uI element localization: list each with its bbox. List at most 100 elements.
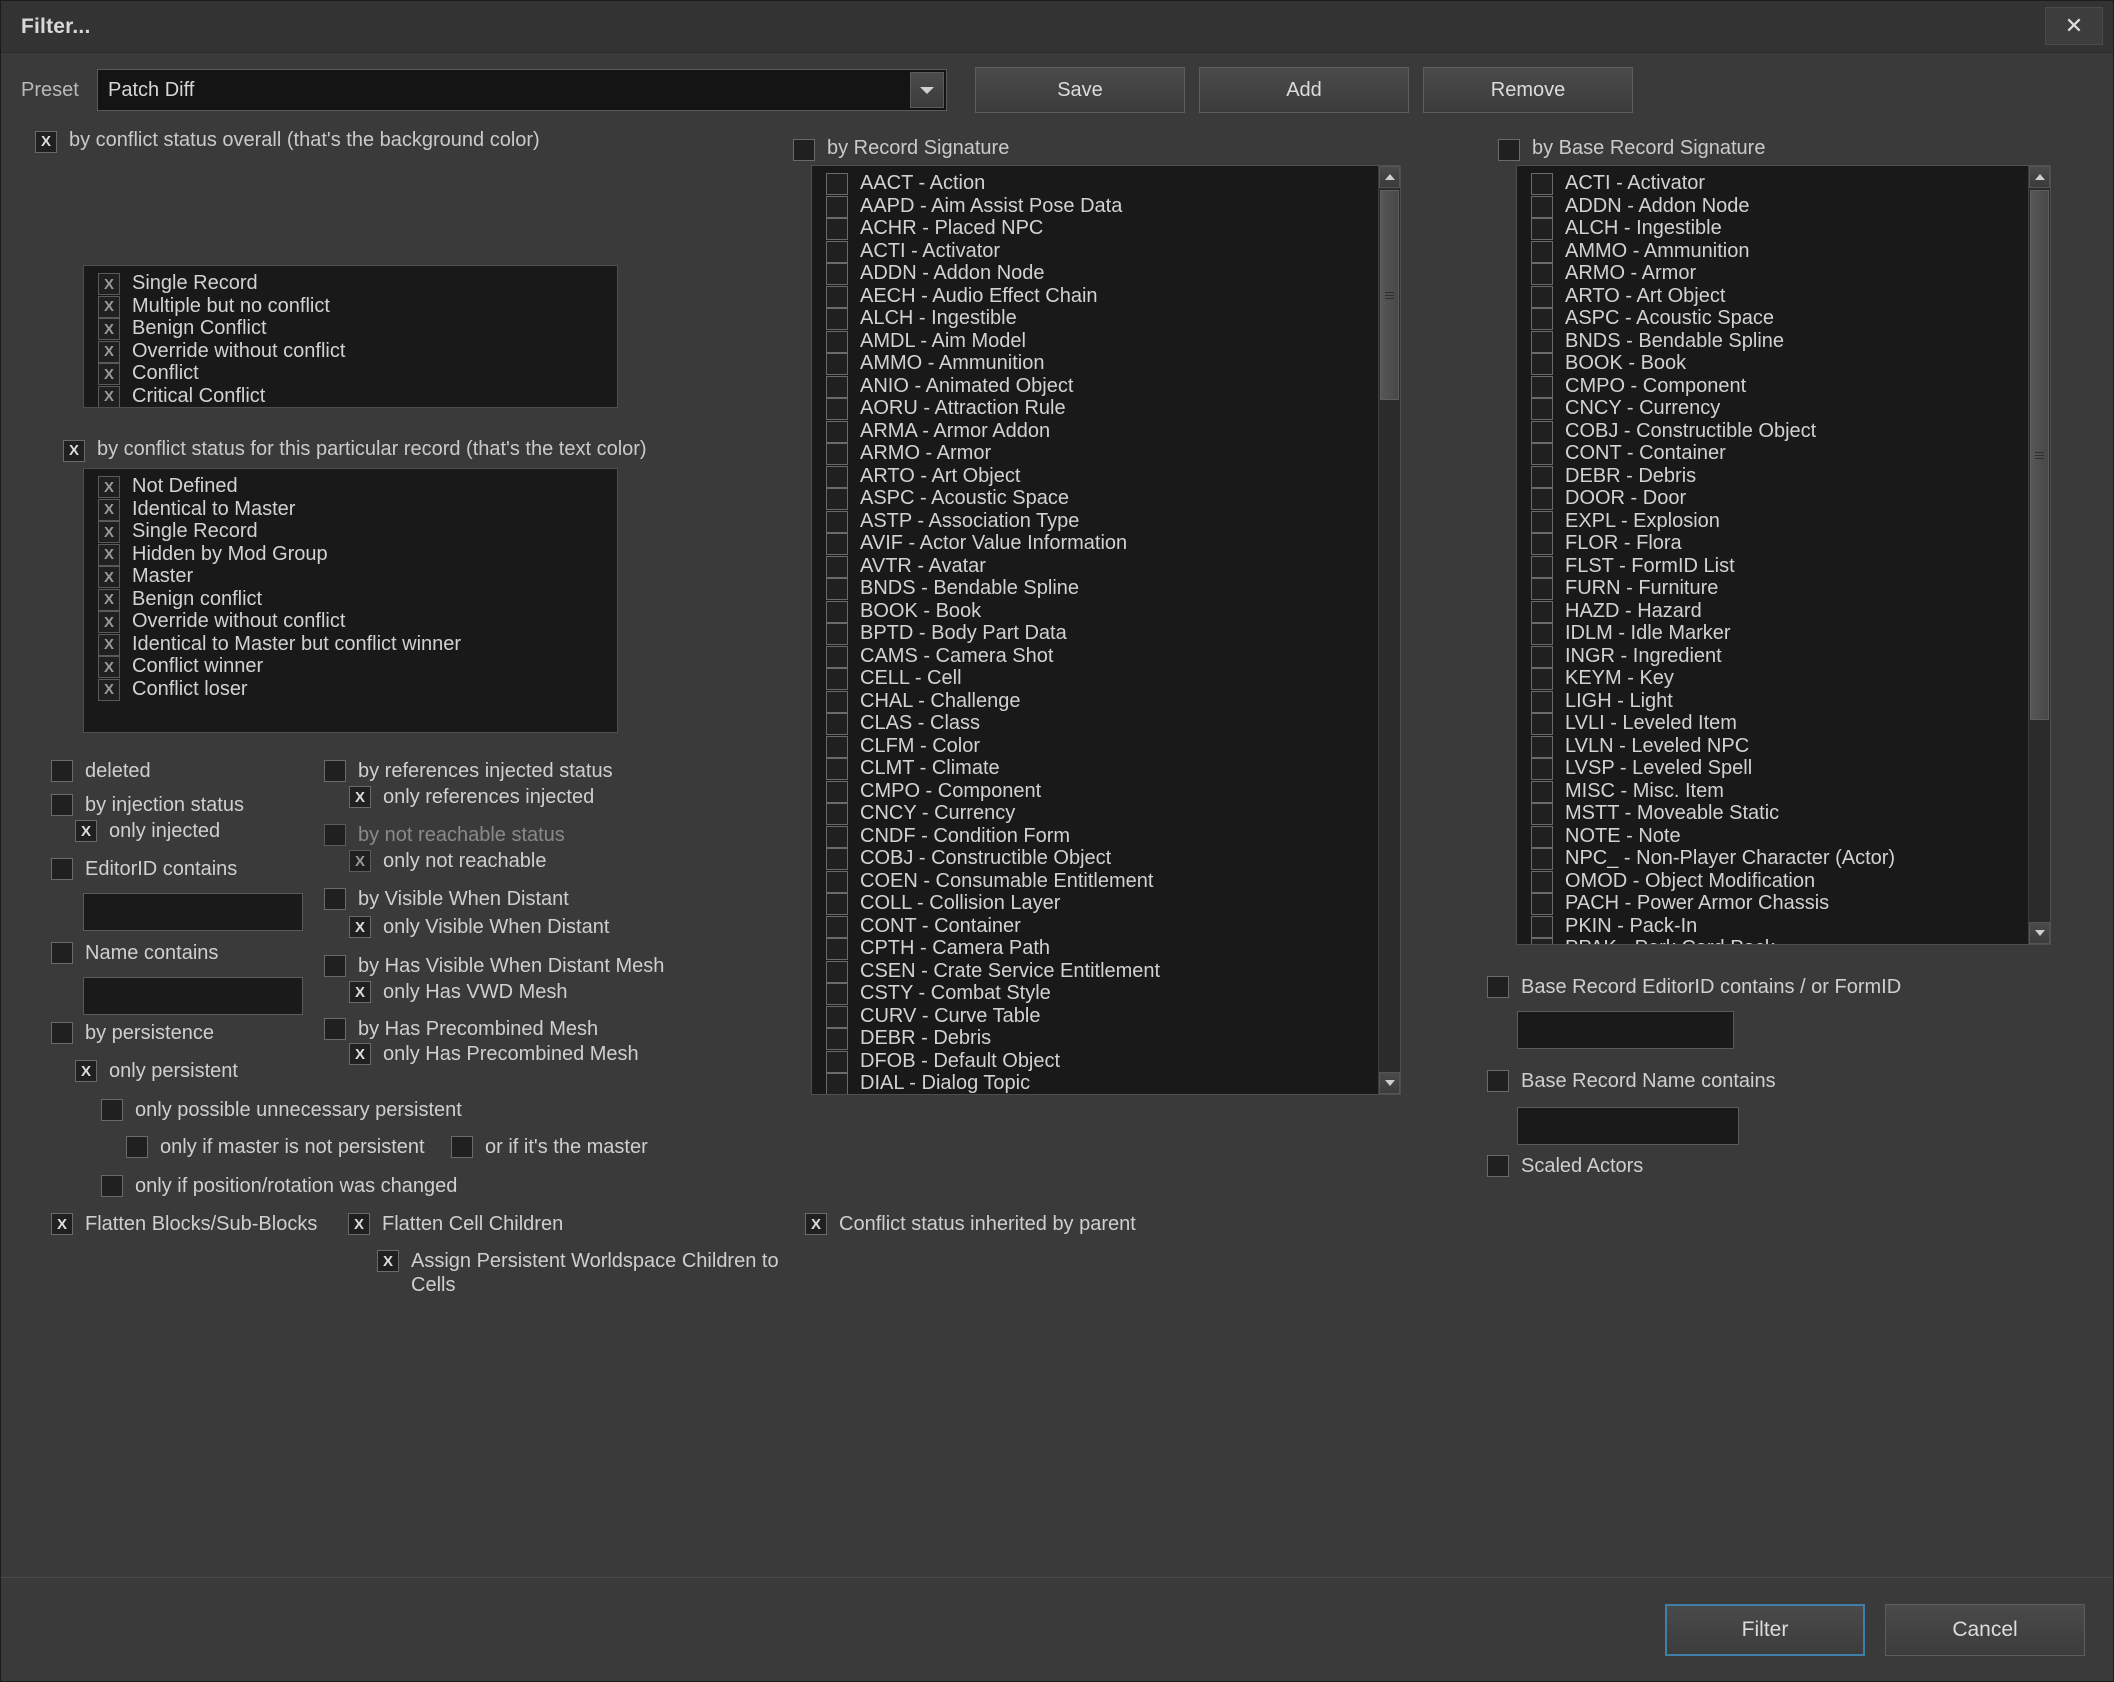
base-record-name-input[interactable] (1517, 1107, 1739, 1145)
record-signature-item-checkbox[interactable] (826, 713, 848, 735)
record-signature-item[interactable]: CNDF - Condition Form (820, 825, 1376, 848)
record-signature-item[interactable]: AVTR - Avatar (820, 555, 1376, 578)
base-record-signature-item-checkbox[interactable] (1531, 893, 1553, 915)
base-record-signature-item-checkbox[interactable] (1531, 308, 1553, 330)
only-persistent-checkbox[interactable] (75, 1060, 97, 1082)
base-record-signature-item[interactable]: MSTT - Moveable Static (1525, 802, 2026, 825)
record-signature-item-checkbox[interactable] (826, 871, 848, 893)
base-record-signature-item-checkbox[interactable] (1531, 916, 1553, 938)
base-record-signature-item-checkbox[interactable] (1531, 578, 1553, 600)
scroll-up-icon-2[interactable] (2029, 166, 2050, 188)
only-if-master-is-not-persistent-checkbox[interactable] (126, 1136, 148, 1158)
scrollbar-thumb-2[interactable] (2030, 190, 2049, 720)
record-signature-item[interactable]: CLMT - Climate (820, 757, 1376, 780)
conflict-overall-item-checkbox[interactable] (98, 386, 120, 408)
record-signature-item[interactable]: CAMS - Camera Shot (820, 645, 1376, 668)
chevron-down-icon[interactable] (910, 72, 944, 108)
conflict-overall-item-checkbox[interactable] (98, 296, 120, 318)
by-references-injected-status-option[interactable]: by references injected status (324, 759, 613, 783)
conflict-record-item[interactable]: Master (92, 565, 617, 588)
conflict-overall-item[interactable]: Multiple but no conflict (92, 295, 617, 318)
scrollbar-thumb[interactable] (1380, 190, 1399, 400)
conflict-record-item[interactable]: Conflict loser (92, 678, 617, 701)
conflict-record-item-checkbox[interactable] (98, 656, 120, 678)
record-signature-item[interactable]: CURV - Curve Table (820, 1005, 1376, 1028)
record-signature-item[interactable]: ASTP - Association Type (820, 510, 1376, 533)
conflict-overall-list[interactable]: Single RecordMultiple but no conflictBen… (83, 265, 618, 408)
record-signature-item[interactable]: ANIO - Animated Object (820, 375, 1376, 398)
close-icon[interactable]: ✕ (2045, 7, 2103, 45)
only-has-precombined-mesh-option[interactable]: only Has Precombined Mesh (349, 1042, 639, 1066)
record-signature-item-checkbox[interactable] (826, 961, 848, 983)
base-record-signature-item[interactable]: NOTE - Note (1525, 825, 2026, 848)
record-signature-item[interactable]: DLBR - Dialog Branch (820, 1095, 1376, 1096)
record-signature-item[interactable]: ARTO - Art Object (820, 465, 1376, 488)
base-record-signature-item[interactable]: CONT - Container (1525, 442, 2026, 465)
conflict-overall-item-checkbox[interactable] (98, 363, 120, 385)
record-signature-item-checkbox[interactable] (826, 241, 848, 263)
record-signature-item-checkbox[interactable] (826, 421, 848, 443)
record-signature-item[interactable]: CPTH - Camera Path (820, 937, 1376, 960)
base-record-signature-item-checkbox[interactable] (1531, 421, 1553, 443)
conflict-status-inherited-option[interactable]: Conflict status inherited by parent (805, 1212, 1136, 1236)
conflict-record-list[interactable]: Not DefinedIdentical to MasterSingle Rec… (83, 468, 618, 733)
base-record-signature-item[interactable]: BOOK - Book (1525, 352, 2026, 375)
record-signature-item[interactable]: ACTI - Activator (820, 240, 1376, 263)
conflict-record-item[interactable]: Single Record (92, 520, 617, 543)
by-visible-when-distant-checkbox[interactable] (324, 888, 346, 910)
base-record-signature-item[interactable]: FURN - Furniture (1525, 577, 2026, 600)
record-signature-item[interactable]: ASPC - Acoustic Space (820, 487, 1376, 510)
record-signature-checkbox[interactable] (793, 139, 815, 161)
only-visible-when-distant-checkbox[interactable] (349, 916, 371, 938)
base-record-signature-item[interactable]: CMPO - Component (1525, 375, 2026, 398)
only-if-master-is-not-persistent-option[interactable]: only if master is not persistent (126, 1135, 425, 1159)
base-record-signature-item[interactable]: EXPL - Explosion (1525, 510, 2026, 533)
flatten-blocks-option[interactable]: Flatten Blocks/Sub-Blocks (51, 1212, 317, 1236)
conflict-overall-item[interactable]: Benign Conflict (92, 317, 617, 340)
conflict-overall-item[interactable]: Single Record (92, 272, 617, 295)
record-signature-item[interactable]: CLAS - Class (820, 712, 1376, 735)
scroll-down-icon[interactable] (1379, 1072, 1400, 1094)
only-if-position-rotation-changed-checkbox[interactable] (101, 1175, 123, 1197)
conflict-overall-item[interactable]: Conflict (92, 362, 617, 385)
base-record-signature-item[interactable]: FLST - FormID List (1525, 555, 2026, 578)
by-not-reachable-status-checkbox[interactable] (324, 824, 346, 846)
record-signature-item[interactable]: ALCH - Ingestible (820, 307, 1376, 330)
base-record-signature-item-checkbox[interactable] (1531, 488, 1553, 510)
conflict-record-checkbox[interactable] (63, 440, 85, 462)
record-signature-item-checkbox[interactable] (826, 173, 848, 195)
base-record-signature-item[interactable]: HAZD - Hazard (1525, 600, 2026, 623)
scroll-down-icon-2[interactable] (2029, 922, 2050, 944)
by-injection-status-checkbox[interactable] (51, 794, 73, 816)
only-injected-option[interactable]: only injected (75, 819, 220, 843)
editorid-contains-checkbox[interactable] (51, 858, 73, 880)
conflict-record-item-checkbox[interactable] (98, 476, 120, 498)
conflict-record-item-checkbox[interactable] (98, 566, 120, 588)
record-signature-item[interactable]: AECH - Audio Effect Chain (820, 285, 1376, 308)
record-signature-item-checkbox[interactable] (826, 1073, 848, 1095)
flatten-cell-children-checkbox[interactable] (348, 1213, 370, 1235)
record-signature-header[interactable]: by Record Signature (793, 137, 1009, 160)
base-record-signature-item-checkbox[interactable] (1531, 443, 1553, 465)
record-signature-scrollbar[interactable] (1378, 166, 1400, 1094)
conflict-status-inherited-checkbox[interactable] (805, 1213, 827, 1235)
base-record-signature-list[interactable]: ACTI - ActivatorADDN - Addon NodeALCH - … (1516, 165, 2051, 945)
record-signature-item[interactable]: CHAL - Challenge (820, 690, 1376, 713)
conflict-record-item-checkbox[interactable] (98, 589, 120, 611)
base-record-signature-item[interactable]: COBJ - Constructible Object (1525, 420, 2026, 443)
base-record-signature-item[interactable]: KEYM - Key (1525, 667, 2026, 690)
record-signature-list[interactable]: AACT - ActionAAPD - Aim Assist Pose Data… (811, 165, 1401, 1095)
conflict-overall-checkbox[interactable] (35, 131, 57, 153)
base-record-signature-item-checkbox[interactable] (1531, 781, 1553, 803)
only-not-reachable-option[interactable]: only not reachable (349, 849, 546, 873)
record-signature-item-checkbox[interactable] (826, 466, 848, 488)
by-has-vwd-mesh-option[interactable]: by Has Visible When Distant Mesh (324, 954, 664, 978)
record-signature-item-checkbox[interactable] (826, 691, 848, 713)
add-button[interactable]: Add (1199, 67, 1409, 113)
record-signature-item[interactable]: CELL - Cell (820, 667, 1376, 690)
base-record-signature-item-checkbox[interactable] (1531, 601, 1553, 623)
conflict-record-item[interactable]: Hidden by Mod Group (92, 543, 617, 566)
base-record-signature-item[interactable]: AMMO - Ammunition (1525, 240, 2026, 263)
base-record-signature-item[interactable]: DOOR - Door (1525, 487, 2026, 510)
record-signature-item[interactable]: COLL - Collision Layer (820, 892, 1376, 915)
